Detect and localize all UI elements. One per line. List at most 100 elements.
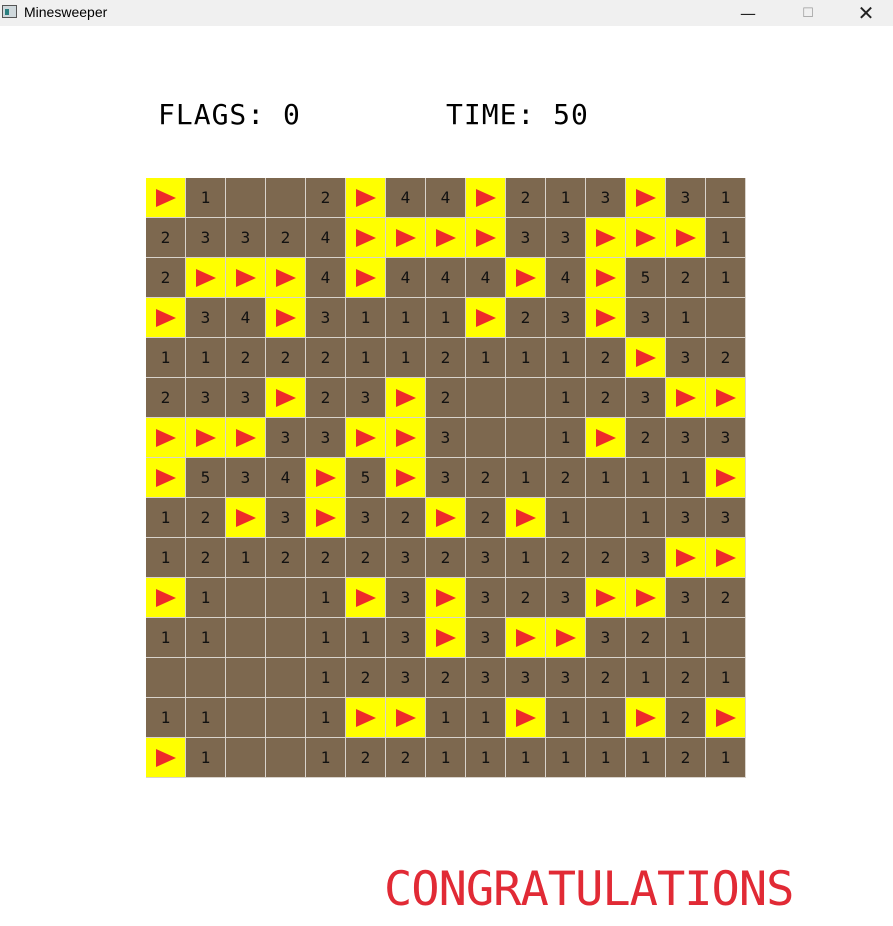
flagged-cell[interactable] <box>146 298 186 338</box>
number-cell[interactable]: 1 <box>546 738 586 778</box>
flagged-cell[interactable] <box>386 418 426 458</box>
flagged-cell[interactable] <box>266 298 306 338</box>
number-cell[interactable]: 3 <box>466 578 506 618</box>
flagged-cell[interactable] <box>146 418 186 458</box>
flagged-cell[interactable] <box>186 418 226 458</box>
flagged-cell[interactable] <box>146 178 186 218</box>
number-cell[interactable]: 1 <box>626 658 666 698</box>
flagged-cell[interactable] <box>666 378 706 418</box>
number-cell[interactable]: 3 <box>306 418 346 458</box>
empty-cell[interactable] <box>226 618 266 658</box>
number-cell[interactable]: 1 <box>306 738 346 778</box>
number-cell[interactable]: 4 <box>466 258 506 298</box>
number-cell[interactable]: 4 <box>386 178 426 218</box>
number-cell[interactable]: 1 <box>546 418 586 458</box>
number-cell[interactable]: 1 <box>706 218 746 258</box>
number-cell[interactable]: 2 <box>346 538 386 578</box>
number-cell[interactable]: 4 <box>426 178 466 218</box>
number-cell[interactable]: 5 <box>626 258 666 298</box>
number-cell[interactable]: 1 <box>586 458 626 498</box>
number-cell[interactable]: 2 <box>386 738 426 778</box>
empty-cell[interactable] <box>706 298 746 338</box>
flagged-cell[interactable] <box>666 538 706 578</box>
number-cell[interactable]: 1 <box>186 178 226 218</box>
flagged-cell[interactable] <box>346 218 386 258</box>
number-cell[interactable]: 2 <box>666 698 706 738</box>
number-cell[interactable]: 2 <box>666 258 706 298</box>
flagged-cell[interactable] <box>706 538 746 578</box>
flagged-cell[interactable] <box>226 258 266 298</box>
number-cell[interactable]: 2 <box>626 418 666 458</box>
number-cell[interactable]: 2 <box>586 538 626 578</box>
flagged-cell[interactable] <box>626 178 666 218</box>
number-cell[interactable]: 1 <box>506 338 546 378</box>
number-cell[interactable]: 2 <box>466 498 506 538</box>
number-cell[interactable]: 1 <box>186 618 226 658</box>
number-cell[interactable]: 1 <box>506 738 546 778</box>
number-cell[interactable]: 1 <box>706 258 746 298</box>
number-cell[interactable]: 3 <box>226 218 266 258</box>
flagged-cell[interactable] <box>706 378 746 418</box>
flagged-cell[interactable] <box>466 178 506 218</box>
number-cell[interactable]: 1 <box>586 738 626 778</box>
flagged-cell[interactable] <box>466 218 506 258</box>
number-cell[interactable]: 3 <box>666 338 706 378</box>
empty-cell[interactable] <box>266 658 306 698</box>
number-cell[interactable]: 1 <box>506 538 546 578</box>
number-cell[interactable]: 3 <box>626 378 666 418</box>
flagged-cell[interactable] <box>506 698 546 738</box>
number-cell[interactable]: 3 <box>546 658 586 698</box>
number-cell[interactable]: 3 <box>386 538 426 578</box>
empty-cell[interactable] <box>586 498 626 538</box>
number-cell[interactable]: 4 <box>266 458 306 498</box>
number-cell[interactable]: 1 <box>186 338 226 378</box>
number-cell[interactable]: 1 <box>706 658 746 698</box>
number-cell[interactable]: 3 <box>426 458 466 498</box>
number-cell[interactable]: 1 <box>146 498 186 538</box>
number-cell[interactable]: 1 <box>186 578 226 618</box>
number-cell[interactable]: 1 <box>546 338 586 378</box>
flagged-cell[interactable] <box>426 578 466 618</box>
number-cell[interactable]: 5 <box>186 458 226 498</box>
number-cell[interactable]: 2 <box>546 458 586 498</box>
flagged-cell[interactable] <box>226 498 266 538</box>
close-button[interactable]: ✕ <box>843 0 889 26</box>
flagged-cell[interactable] <box>386 698 426 738</box>
flagged-cell[interactable] <box>586 418 626 458</box>
number-cell[interactable]: 3 <box>666 578 706 618</box>
flagged-cell[interactable] <box>426 218 466 258</box>
number-cell[interactable]: 3 <box>426 418 466 458</box>
number-cell[interactable]: 1 <box>146 698 186 738</box>
number-cell[interactable]: 1 <box>626 458 666 498</box>
number-cell[interactable]: 3 <box>266 418 306 458</box>
number-cell[interactable]: 2 <box>506 578 546 618</box>
number-cell[interactable]: 3 <box>506 218 546 258</box>
number-cell[interactable]: 1 <box>626 738 666 778</box>
empty-cell[interactable] <box>706 618 746 658</box>
number-cell[interactable]: 2 <box>546 538 586 578</box>
number-cell[interactable]: 2 <box>306 538 346 578</box>
empty-cell[interactable] <box>506 378 546 418</box>
number-cell[interactable]: 2 <box>426 658 466 698</box>
flagged-cell[interactable] <box>146 458 186 498</box>
number-cell[interactable]: 3 <box>546 578 586 618</box>
number-cell[interactable]: 3 <box>626 298 666 338</box>
number-cell[interactable]: 2 <box>506 178 546 218</box>
number-cell[interactable]: 1 <box>546 698 586 738</box>
flagged-cell[interactable] <box>266 258 306 298</box>
number-cell[interactable]: 1 <box>426 698 466 738</box>
number-cell[interactable]: 1 <box>346 338 386 378</box>
number-cell[interactable]: 3 <box>226 378 266 418</box>
number-cell[interactable]: 3 <box>626 538 666 578</box>
number-cell[interactable]: 1 <box>466 338 506 378</box>
empty-cell[interactable] <box>226 578 266 618</box>
empty-cell[interactable] <box>226 658 266 698</box>
empty-cell[interactable] <box>266 578 306 618</box>
flagged-cell[interactable] <box>626 698 666 738</box>
empty-cell[interactable] <box>266 738 306 778</box>
number-cell[interactable]: 1 <box>426 738 466 778</box>
empty-cell[interactable] <box>506 418 546 458</box>
number-cell[interactable]: 2 <box>226 338 266 378</box>
number-cell[interactable]: 1 <box>306 698 346 738</box>
number-cell[interactable]: 2 <box>506 298 546 338</box>
